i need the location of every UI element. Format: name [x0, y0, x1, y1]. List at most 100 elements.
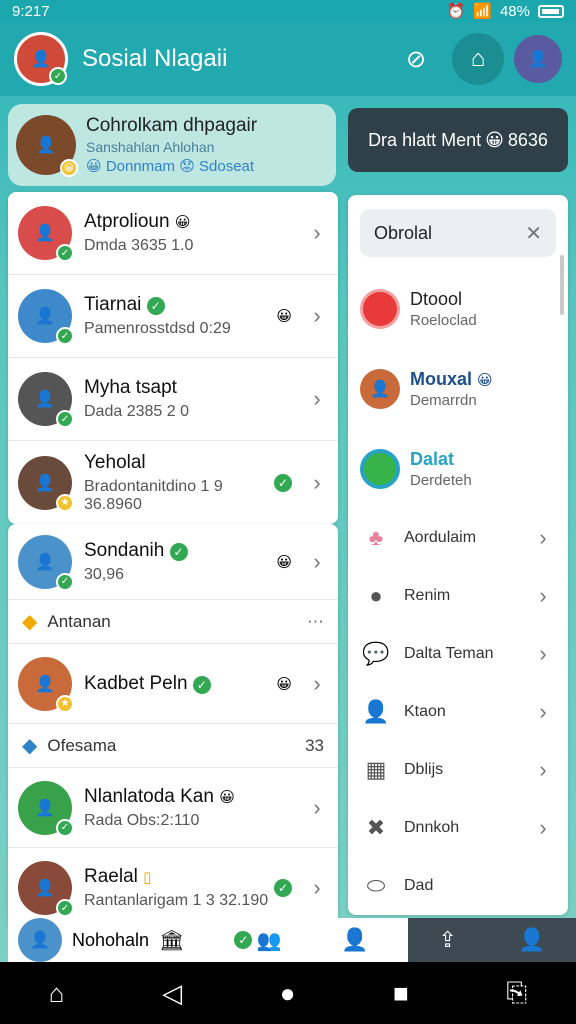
check-icon: ✓	[56, 818, 74, 837]
close-icon[interactable]: ✕	[525, 221, 542, 246]
menu-item-dad[interactable]: ⬭ Dad	[348, 857, 568, 915]
contact-sub: Dmda 3635 1.0	[84, 237, 194, 254]
wifi-icon: 📶	[473, 3, 492, 20]
contact-name: Sondanih	[84, 539, 165, 561]
chevron-right-icon: ›	[313, 386, 321, 411]
tag-icon: ◆	[22, 611, 38, 633]
list-item[interactable]: 👤 ✓ Myha tsapt Dada 2385 2 0 ›	[8, 358, 338, 441]
chevron-right-icon: ›	[539, 525, 547, 550]
emoji-icon: 😀	[477, 372, 493, 389]
people-icon: ♣	[368, 525, 384, 550]
chevron-right-icon: ›	[313, 794, 321, 820]
home-button[interactable]: ⌂	[452, 33, 504, 85]
chat-icon: 💬	[362, 641, 390, 666]
screenshot-icon[interactable]: ⎘	[506, 977, 527, 1009]
dark-action-button[interactable]: Dra hlatt Ment 😀 8636	[348, 108, 568, 172]
building-icon: 🏛	[159, 929, 185, 952]
verified-icon: ✓	[234, 931, 253, 949]
more-icon: ⋯	[307, 611, 324, 631]
list-item[interactable]: 👤 ✓ Sondanih ✓ 30,96 😀 ›	[8, 524, 338, 600]
menu-item-ktaon[interactable]: 👤 Ktaon ›	[348, 683, 568, 741]
chevron-right-icon: ›	[313, 670, 321, 696]
bottom-dark-bar: ⇪ 👤	[408, 918, 576, 962]
contact-avatar: 👤 ★	[18, 455, 74, 512]
emoji-badge-icon: 😀	[60, 159, 78, 177]
menu-item-aordulaim[interactable]: ♣ Aordulaim ›	[348, 509, 568, 567]
panel-person[interactable]: 👤 Mouxal 😀 Demarrdn	[348, 349, 568, 429]
scrollbar[interactable]	[560, 255, 564, 315]
menu-item-dalta-teman[interactable]: 💬 Dalta Teman ›	[348, 625, 568, 683]
panel-person[interactable]: Dtoool Roeloclad	[348, 269, 568, 349]
home-icon: ⌂	[470, 45, 486, 72]
search-input[interactable]: Obrolal	[374, 223, 525, 244]
person-name: Dtoool	[410, 289, 463, 309]
verified-icon: ✓	[169, 542, 188, 561]
verified-icon: ✓	[192, 675, 211, 694]
share-icon[interactable]: ⇪	[439, 927, 457, 953]
contact-avatar: 👤 ✓	[18, 780, 74, 837]
back-icon[interactable]: ◁	[162, 978, 182, 1009]
group-icon: 👥	[256, 929, 282, 952]
account-icon[interactable]: 👤	[518, 927, 545, 953]
link-off-icon: ⊘	[405, 45, 427, 73]
shield-icon: ⬭	[366, 873, 386, 898]
check-icon: ✓	[56, 899, 74, 917]
tool-icon: ✖	[366, 815, 386, 840]
chevron-right-icon: ›	[313, 220, 321, 245]
search-box[interactable]: Obrolal ✕	[360, 209, 556, 257]
list-item[interactable]: 👤 ✓ Nlanlatoda Kan 😀 Rada Obs:2:110 ›	[8, 768, 338, 848]
menu-item-dblijs[interactable]: ▦ Dblijs ›	[348, 741, 568, 799]
right-panel: Obrolal ✕ Dtoool Roeloclad 👤 Mouxal 😀 De…	[348, 195, 568, 915]
system-nav-bar: ⌂ ◁ ● ■ ⎘	[0, 962, 576, 1024]
contacts-list-bottom: 👤 ✓ Sondanih ✓ 30,96 😀 › ◆ Antanan ⋯ 👤 ★ K…	[8, 524, 338, 928]
section-header[interactable]: ◆ Antanan ⋯	[8, 600, 338, 644]
menu-item-renim[interactable]: ● Renim ›	[348, 567, 568, 625]
contact-sub: Bradontanitdino 1 9 36.8960	[84, 477, 223, 513]
contact-name: Tiarnai	[84, 294, 142, 315]
profile-icon[interactable]: 👤	[341, 927, 368, 953]
assistant-icon[interactable]: ●	[280, 978, 296, 1009]
person-name: Dalat	[410, 449, 455, 469]
contact-name: Nlanlatoda Kan	[84, 785, 214, 807]
panel-person[interactable]: Dalat Derdeteh	[348, 429, 568, 509]
account-avatar[interactable]: 👤	[514, 35, 562, 83]
app-title: Sosial Nlagaii	[82, 45, 228, 72]
contact-sub: 30,96	[84, 565, 125, 583]
profile-subtitle: Sanshahlan Ahlohan	[86, 139, 215, 155]
tag-icon: ◆	[22, 735, 38, 757]
contact-avatar: 👤 ✓	[18, 372, 74, 428]
contact-avatar: 👤 ✓	[18, 534, 74, 591]
emoji-icon: 😀	[174, 214, 191, 231]
list-item[interactable]: 👤 ★ Kadbet Peln ✓ 😀 ›	[8, 644, 338, 724]
link-off-button[interactable]: ⊘	[390, 33, 442, 85]
chevron-right-icon: ›	[539, 815, 547, 840]
chevron-right-icon: ›	[539, 583, 547, 608]
contact-avatar: 👤 ✓	[18, 861, 74, 917]
home-icon[interactable]: ⌂	[49, 978, 65, 1009]
person-name: Mouxal 😀	[410, 369, 493, 389]
list-item[interactable]: 👤 ✓ Tiarnai ✓ Pamenrosstdsd 0:29 😀 ›	[8, 275, 338, 358]
profile-card[interactable]: 👤 😀 Cohrolkam dhpagair Sanshahlan Ahloha…	[8, 104, 336, 186]
contact-avatar: 👤 ★	[18, 656, 74, 713]
list-item[interactable]: 👤 ★ Yeholal Bradontanitdino 1 9 36.8960 ✓…	[8, 441, 338, 524]
emoji-icon: 😟	[179, 158, 195, 175]
list-item[interactable]: 👤 ✓ Atprolioun 😀 Dmda 3635 1.0 ›	[8, 192, 338, 275]
list-item[interactable]: 👤 ✓ Raelal ▯ Rantanlarigam 1 3 32.190 ✓ ›	[8, 848, 338, 928]
contact-sub: Dada 2385 2 0	[84, 403, 189, 420]
section-header[interactable]: ◆ Ofesama 33	[8, 724, 338, 768]
recents-icon[interactable]: ■	[393, 978, 409, 1009]
user-avatar[interactable]: 👤 ✓	[14, 32, 68, 86]
emoji-icon: 😀	[485, 129, 504, 150]
contact-sub: Pamenrosstdsd 0:29	[84, 320, 231, 337]
status-icons: ⏰ 📶 48%	[447, 2, 564, 20]
contact-name: Yeholal	[84, 451, 146, 473]
status-bar: 9:217 ⏰ 📶 48%	[0, 0, 576, 22]
bottle-icon: ▯	[143, 869, 152, 886]
person-avatar	[360, 289, 400, 329]
battery-percent: 48%	[499, 2, 530, 20]
check-icon: ✓	[56, 327, 74, 345]
emoji-icon: 😀	[276, 553, 292, 571]
contact-name: Atprolioun	[84, 211, 170, 232]
menu-item-dnnkoh[interactable]: ✖ Dnnkoh ›	[348, 799, 568, 857]
star-badge-icon: ★	[56, 694, 74, 713]
